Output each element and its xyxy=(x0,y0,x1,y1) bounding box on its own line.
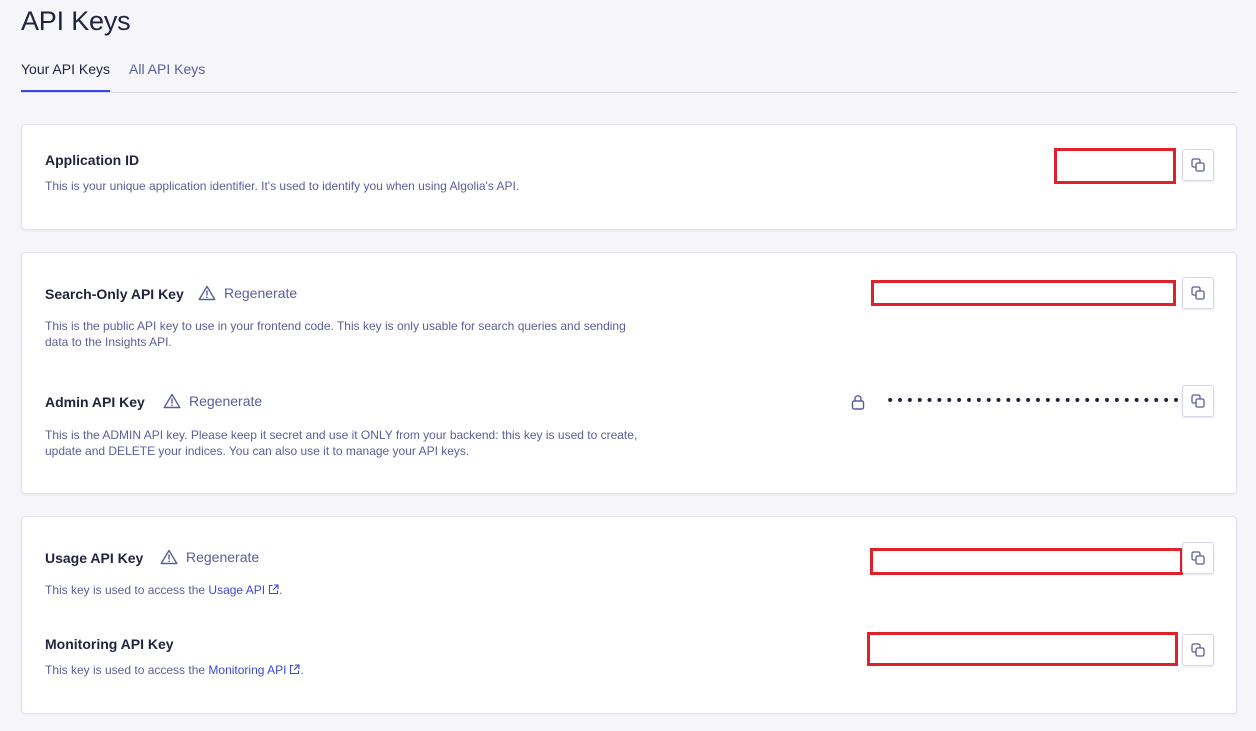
search-only-description-line1: This is the public API key to use in you… xyxy=(45,319,626,333)
warning-icon xyxy=(160,549,178,565)
copy-icon xyxy=(1191,551,1205,565)
admin-regenerate-label: Regenerate xyxy=(189,393,263,409)
copy-icon xyxy=(1191,158,1205,172)
application-id-card: Application ID This is your unique appli… xyxy=(21,124,1237,230)
search-only-key-title: Search-Only API Key xyxy=(45,286,184,302)
admin-regenerate-button[interactable]: Regenerate xyxy=(163,393,262,409)
warning-icon xyxy=(163,393,181,409)
redacted-usage-key xyxy=(870,548,1183,575)
usage-api-link-text: Usage API xyxy=(208,583,266,597)
search-only-regenerate-button[interactable]: Regenerate xyxy=(198,285,297,301)
page-title: API Keys xyxy=(21,6,131,36)
redacted-application-id xyxy=(1054,148,1176,184)
admin-key-description: This is the ADMIN API key. Please keep i… xyxy=(45,427,637,459)
copy-search-only-key-button[interactable] xyxy=(1182,277,1214,309)
usage-regenerate-label: Regenerate xyxy=(186,549,260,565)
monitoring-key-title: Monitoring API Key xyxy=(45,636,174,652)
admin-key-title: Admin API Key xyxy=(45,394,145,410)
search-only-regenerate-label: Regenerate xyxy=(224,285,298,301)
admin-description-line1: This is the ADMIN API key. Please keep i… xyxy=(45,428,638,442)
monitoring-api-link-text: Monitoring API xyxy=(208,663,287,677)
usage-api-link[interactable]: Usage API xyxy=(208,583,279,597)
tab-your-api-keys[interactable]: Your API Keys xyxy=(21,52,110,92)
application-id-description: This is your unique application identifi… xyxy=(45,179,520,193)
usage-description-prefix: This key is used to access the xyxy=(45,583,209,597)
usage-key-title: Usage API Key xyxy=(45,550,144,566)
search-only-description-line2: data to the Insights API. xyxy=(45,335,172,349)
tab-all-api-keys[interactable]: All API Keys xyxy=(129,52,205,91)
usage-monitoring-keys-card: Usage API Key Regenerate This key is use… xyxy=(21,516,1237,714)
monitoring-description-suffix: . xyxy=(300,663,304,677)
copy-monitoring-key-button[interactable] xyxy=(1182,634,1214,666)
monitoring-key-description: This key is used to access the Monitorin… xyxy=(45,662,304,678)
copy-icon xyxy=(1191,643,1205,657)
external-link-icon xyxy=(290,664,301,675)
copy-admin-key-button[interactable] xyxy=(1182,385,1214,417)
admin-key-masked-value: •••••••••••••••••••••••••••••••• xyxy=(886,393,1202,409)
redacted-search-only-key xyxy=(871,280,1176,306)
monitoring-api-link[interactable]: Monitoring API xyxy=(208,663,301,677)
search-only-key-description: This is the public API key to use in you… xyxy=(45,318,626,350)
usage-description-suffix: . xyxy=(279,583,283,597)
warning-icon xyxy=(198,285,216,301)
search-admin-keys-card: Search-Only API Key Regenerate This is t… xyxy=(21,252,1237,494)
redacted-monitoring-key xyxy=(867,632,1178,666)
lock-icon[interactable] xyxy=(851,394,865,410)
admin-description-line2: update and DELETE your indices. You can … xyxy=(45,444,470,458)
monitoring-description-prefix: This key is used to access the xyxy=(45,663,209,677)
usage-regenerate-button[interactable]: Regenerate xyxy=(160,549,259,565)
application-id-title: Application ID xyxy=(45,152,140,168)
copy-icon xyxy=(1191,286,1205,300)
usage-key-description: This key is used to access the Usage API… xyxy=(45,582,282,598)
tab-bar: Your API Keys All API Keys xyxy=(21,52,1237,93)
external-link-icon xyxy=(269,584,279,595)
copy-icon xyxy=(1191,394,1205,408)
copy-usage-key-button[interactable] xyxy=(1182,542,1214,574)
copy-application-id-button[interactable] xyxy=(1182,149,1214,181)
